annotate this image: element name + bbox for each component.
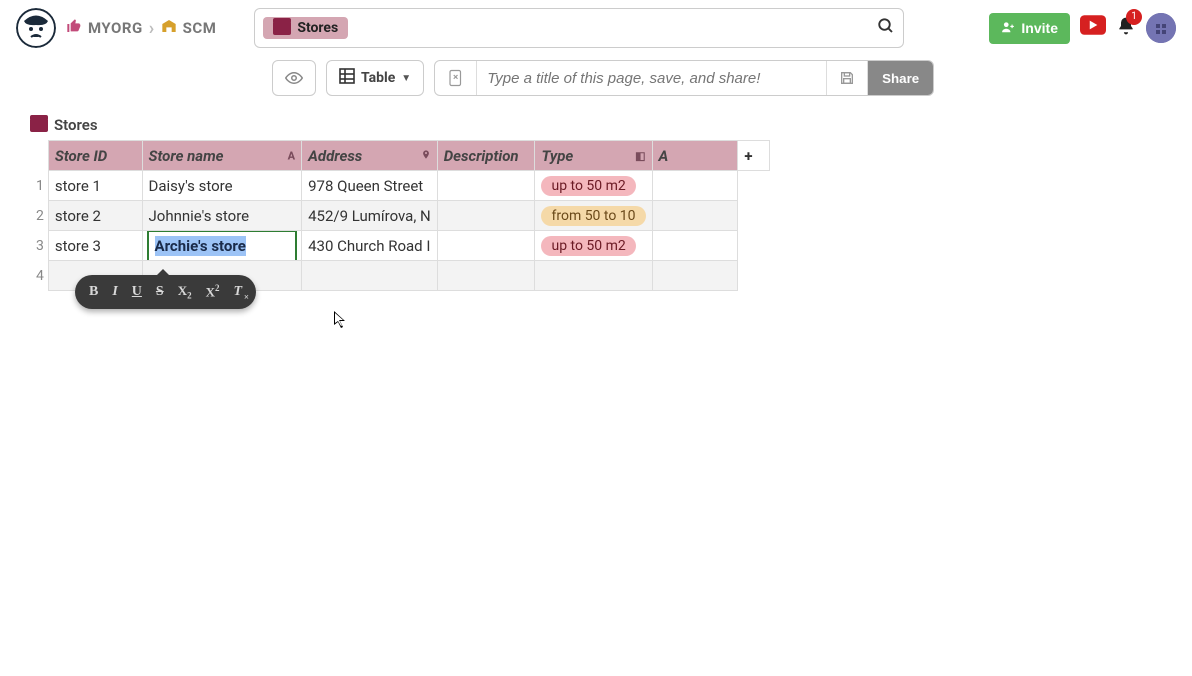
search-icon[interactable] — [877, 17, 895, 39]
row-number: 3 — [30, 231, 48, 261]
cell-store-name-editing[interactable]: Archie's store ⤢ — [142, 231, 302, 261]
view-selector[interactable]: Table ▼ — [326, 60, 424, 96]
column-header-store-name[interactable]: Store name A — [142, 141, 302, 171]
cell-store-name[interactable]: Johnnie's store — [142, 201, 302, 231]
cell-extra[interactable] — [652, 231, 738, 261]
breadcrumb-project[interactable]: SCM — [183, 19, 217, 37]
user-avatar[interactable] — [1146, 13, 1176, 43]
table-grid-icon — [339, 68, 355, 88]
row-number: 4 — [30, 261, 48, 291]
save-button[interactable] — [826, 61, 868, 95]
video-icon[interactable] — [1080, 15, 1106, 41]
row-number: 2 — [30, 201, 48, 231]
row-number: 1 — [30, 171, 48, 201]
search-bar[interactable]: Stores — [254, 8, 904, 48]
app-logo[interactable] — [16, 8, 56, 48]
invite-button[interactable]: Invite — [989, 13, 1070, 44]
chevron-right-icon: › — [149, 18, 155, 39]
notification-badge: 1 — [1126, 9, 1142, 25]
page-edit-icon[interactable] — [435, 61, 477, 95]
column-header-address[interactable]: Address — [302, 141, 438, 171]
search-chip-stores[interactable]: Stores — [263, 17, 348, 39]
underline-button[interactable]: U — [132, 284, 142, 300]
thumbs-up-icon — [66, 18, 82, 38]
share-button[interactable]: Share — [868, 61, 933, 95]
store-icon — [30, 118, 48, 132]
cell-type[interactable]: up to 50 m2 — [535, 231, 652, 261]
store-icon — [273, 21, 291, 35]
cell-empty[interactable] — [437, 261, 535, 291]
cell-store-id[interactable]: store 2 — [48, 201, 142, 231]
data-table: Store ID Store name A Address Descriptio… — [30, 140, 770, 291]
italic-button[interactable]: I — [112, 284, 117, 300]
subscript-button[interactable]: X2 — [178, 283, 192, 301]
row-number-header — [30, 141, 48, 171]
add-column-button[interactable]: + — [738, 141, 770, 171]
cell-store-id[interactable]: store 3 — [48, 231, 142, 261]
search-chip-label: Stores — [297, 20, 338, 36]
column-header-extra[interactable]: A — [652, 141, 738, 171]
column-header-store-id[interactable]: Store ID — [48, 141, 142, 171]
column-header-description[interactable]: Description — [437, 141, 535, 171]
cell-store-id[interactable]: store 1 — [48, 171, 142, 201]
cell-description[interactable] — [437, 231, 535, 261]
cell-description[interactable] — [437, 201, 535, 231]
page-title-bar: Share — [434, 60, 934, 96]
expand-cell-icon[interactable]: ⤢ — [295, 254, 302, 261]
clear-format-button[interactable]: T — [234, 284, 243, 300]
page-title-input[interactable] — [477, 70, 826, 87]
cell-empty[interactable] — [535, 261, 652, 291]
view-selector-label: Table — [361, 70, 395, 86]
column-type-text-icon: A — [288, 149, 295, 162]
strikethrough-button[interactable]: S — [156, 284, 164, 300]
data-table-section: Stores Store ID Store name A Address — [30, 116, 770, 291]
cell-description[interactable] — [437, 171, 535, 201]
table-row: 1 store 1 Daisy's store 978 Queen Street… — [30, 171, 770, 201]
table-title[interactable]: Stores — [30, 116, 770, 134]
cell-address[interactable]: 978 Queen Street — [302, 171, 438, 201]
text-format-toolbar: B I U S X2 X2 T — [75, 275, 256, 309]
caret-down-icon: ▼ — [401, 73, 411, 84]
table-row: 3 store 3 Archie's store ⤢ 430 Church Ro… — [30, 231, 770, 261]
column-header-type[interactable]: Type ◧ — [535, 141, 652, 171]
top-bar: MYORG › SCM Stores Invite 1 — [0, 0, 1192, 56]
page-toolbar: Table ▼ Share — [0, 56, 1192, 100]
share-label: Share — [882, 71, 919, 86]
breadcrumb-org[interactable]: MYORG — [88, 19, 143, 37]
cell-store-name[interactable]: Daisy's store — [142, 171, 302, 201]
cell-address[interactable]: 430 Church Road I — [302, 231, 438, 261]
cell-type[interactable]: from 50 to 10 — [535, 201, 652, 231]
cell-type[interactable]: up to 50 m2 — [535, 171, 652, 201]
column-type-select-icon: ◧ — [635, 149, 645, 162]
cursor-icon — [334, 311, 346, 329]
invite-label: Invite — [1021, 20, 1058, 36]
bold-button[interactable]: B — [89, 284, 98, 300]
cell-extra[interactable] — [652, 171, 738, 201]
visibility-button[interactable] — [272, 60, 316, 96]
cell-address[interactable]: 452/9 Lumírova, N — [302, 201, 438, 231]
pin-icon — [421, 148, 431, 163]
breadcrumb: MYORG › SCM — [66, 18, 216, 39]
cell-empty[interactable] — [652, 261, 738, 291]
user-plus-icon — [1001, 20, 1015, 37]
cell-extra[interactable] — [652, 201, 738, 231]
editing-selection: Archie's store — [155, 236, 246, 256]
table-row: 2 store 2 Johnnie's store 452/9 Lumírova… — [30, 201, 770, 231]
superscript-button[interactable]: X2 — [206, 283, 220, 300]
table-title-label: Stores — [54, 116, 98, 134]
cell-empty[interactable] — [302, 261, 438, 291]
warehouse-icon — [161, 18, 177, 38]
notifications-button[interactable]: 1 — [1116, 15, 1136, 42]
